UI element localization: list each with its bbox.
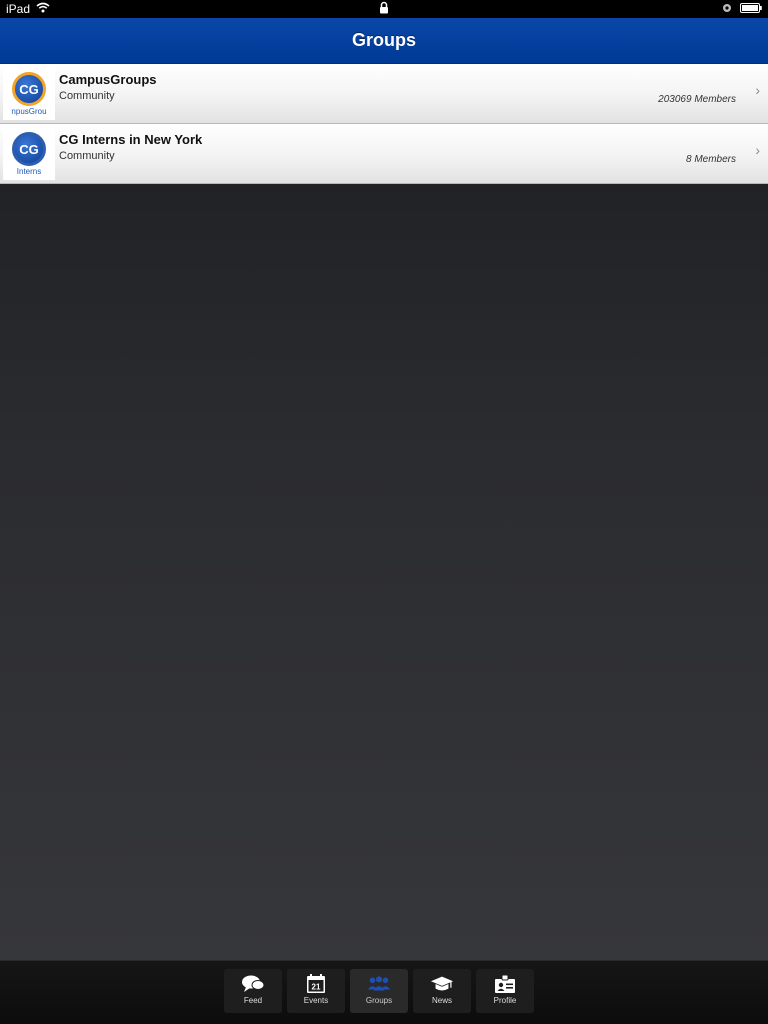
tab-label: Groups xyxy=(365,996,393,1005)
group-name: CG Interns in New York xyxy=(59,132,203,147)
device-label: iPad xyxy=(6,2,31,16)
tab-bar: Feed 21 Events Groups News Profile xyxy=(0,960,768,1024)
status-right xyxy=(722,2,762,16)
tab-feed[interactable]: Feed xyxy=(224,969,282,1013)
group-row-campusgroups[interactable]: CG npusGrou CampusGroups Community 20306… xyxy=(0,64,768,124)
group-member-count: 203069 Members xyxy=(658,94,736,105)
screen: iPad Groups CG npusGrou CampusGroups Com… xyxy=(0,0,768,1024)
page-title: Groups xyxy=(351,30,416,50)
groups-list: CG npusGrou CampusGroups Community 20306… xyxy=(0,64,768,960)
group-type: Community xyxy=(59,90,115,102)
graduation-cap-icon xyxy=(430,973,454,995)
group-name: CampusGroups xyxy=(59,72,157,87)
activity-icon xyxy=(722,2,732,16)
navigation-bar: Groups xyxy=(0,18,768,64)
group-member-count: 8 Members xyxy=(685,154,736,165)
groups-icon xyxy=(367,973,391,995)
tab-label: Feed xyxy=(243,996,263,1005)
group-type: Community xyxy=(59,150,115,162)
tab-label: News xyxy=(431,996,452,1005)
group-row-cg-interns[interactable]: CG Interns CG Interns in New York Commun… xyxy=(0,124,768,184)
chevron-right-icon: › xyxy=(755,142,760,158)
tab-news[interactable]: News xyxy=(413,969,471,1013)
lock-icon xyxy=(379,1,389,17)
chevron-right-icon: › xyxy=(755,82,760,98)
cg-interns-logo-icon: CG xyxy=(12,132,46,166)
group-logo: CG npusGrou xyxy=(3,68,55,120)
battery-icon xyxy=(740,2,762,16)
group-logo: CG Interns xyxy=(3,128,55,180)
tabs: Feed 21 Events Groups News Profile xyxy=(224,969,536,1013)
tab-groups[interactable]: Groups xyxy=(350,969,408,1013)
id-badge-icon xyxy=(493,973,517,995)
tab-profile[interactable]: Profile xyxy=(476,969,534,1013)
tab-events[interactable]: 21 Events xyxy=(287,969,345,1013)
feed-icon xyxy=(241,973,265,995)
status-left: iPad xyxy=(6,2,50,16)
logo-caption: Interns xyxy=(16,167,42,176)
calendar-icon: 21 xyxy=(304,973,328,995)
status-bar: iPad xyxy=(0,0,768,18)
tab-label: Profile xyxy=(493,996,517,1005)
logo-caption: npusGrou xyxy=(11,107,47,116)
svg-text:21: 21 xyxy=(312,983,321,992)
campusgroups-logo-icon: CG xyxy=(12,72,46,106)
wifi-icon xyxy=(36,2,50,16)
tab-label: Events xyxy=(303,996,329,1005)
